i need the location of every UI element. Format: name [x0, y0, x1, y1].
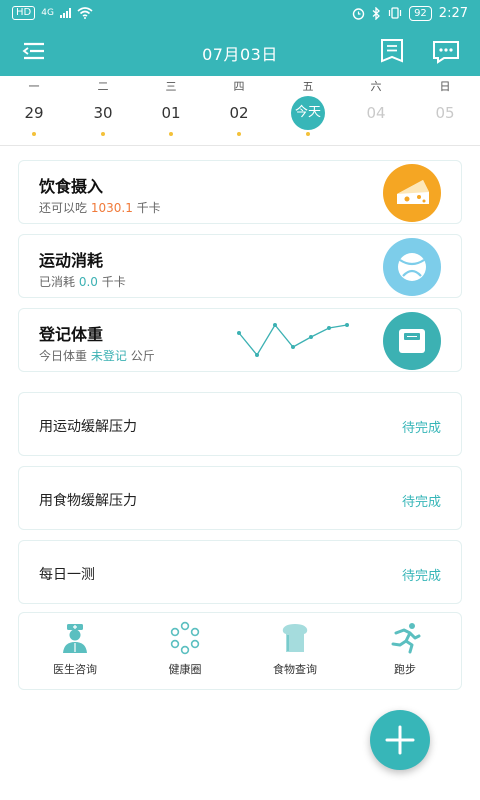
status-bar: HD 4G 92 2:27 — [0, 0, 480, 26]
record-dot — [32, 132, 36, 136]
task-status: 待完成 — [401, 495, 441, 510]
exercise-title: 运动消耗 — [39, 251, 104, 270]
date-cell-today[interactable]: 今天 — [286, 92, 330, 142]
date-row: 29 30 01 02 今天 04 05 — [0, 92, 480, 142]
date-number: 01 — [161, 104, 181, 122]
circle-dots-icon — [170, 621, 200, 655]
task-item[interactable]: 每日一测 待完成 — [18, 540, 462, 604]
shortcut-label: 食物查询 — [273, 663, 317, 676]
bluetooth-icon — [372, 6, 381, 20]
vibrate-icon — [388, 7, 402, 19]
bread-icon — [282, 624, 308, 652]
date-cell[interactable]: 30 — [81, 92, 125, 142]
date-number: 02 — [229, 104, 249, 122]
shortcut-running[interactable]: 跑步 — [355, 621, 455, 685]
exercise-summary: 已消耗 0.0 千卡 — [39, 273, 126, 290]
diet-summary: 还可以吃 1030.1 千卡 — [39, 199, 161, 216]
shortcut-health-circle[interactable]: 健康圈 — [135, 621, 235, 685]
task-item[interactable]: 用食物缓解压力 待完成 — [18, 466, 462, 530]
exercise-value: 0.0 — [78, 275, 98, 289]
weight-trend-decoration — [237, 323, 349, 357]
task-label: 用食物缓解压力 — [39, 493, 137, 509]
exercise-card[interactable]: 运动消耗 已消耗 0.0 千卡 — [18, 234, 462, 298]
scale-icon — [383, 312, 441, 370]
diet-prefix: 还可以吃 — [39, 201, 88, 215]
weight-card[interactable]: 登记体重 今日体重 未登记 公斤 — [18, 308, 462, 372]
record-dot — [169, 132, 173, 136]
date-cell[interactable]: 29 — [12, 92, 56, 142]
date-cell[interactable]: 04 — [354, 92, 398, 142]
alarm-icon — [352, 7, 365, 20]
diet-unit: 千卡 — [136, 201, 161, 215]
doctor-icon — [63, 624, 87, 653]
add-button[interactable] — [370, 710, 430, 770]
ball-icon — [383, 238, 441, 296]
today-badge: 今天 — [291, 96, 325, 130]
weight-summary: 今日体重 未登记 公斤 — [39, 347, 155, 364]
diet-title: 饮食摄入 — [39, 177, 104, 196]
weight-title: 登记体重 — [39, 325, 104, 344]
weight-unit: 公斤 — [130, 349, 155, 363]
app-header: HD 4G 92 2:27 07月03日 — [0, 0, 480, 76]
task-item[interactable]: 用运动缓解压力 待完成 — [18, 392, 462, 456]
task-status: 待完成 — [401, 569, 441, 584]
exercise-prefix: 已消耗 — [39, 275, 76, 289]
wifi-icon — [77, 7, 93, 19]
weight-prefix: 今日体重 — [39, 349, 88, 363]
record-dot — [237, 132, 241, 136]
record-dot — [306, 132, 310, 136]
status-time: 2:27 — [438, 5, 468, 21]
exercise-unit: 千卡 — [101, 275, 126, 289]
message-icon[interactable] — [432, 40, 460, 64]
task-label: 每日一测 — [39, 567, 95, 583]
task-status: 待完成 — [401, 421, 441, 436]
signal-icon — [59, 8, 71, 18]
runner-icon — [391, 623, 421, 654]
shortcut-food-query[interactable]: 食物查询 — [245, 621, 345, 685]
diet-card[interactable]: 饮食摄入 还可以吃 1030.1 千卡 — [18, 160, 462, 224]
task-label: 用运动缓解压力 — [39, 419, 137, 435]
page-title: 07月03日 — [202, 45, 278, 64]
week-calendar: 一 二 三 四 五 六 日 29 30 01 02 今天 04 05 — [0, 76, 480, 146]
date-number: 29 — [24, 104, 44, 122]
weight-value: 未登记 — [90, 349, 127, 363]
shortcut-doctor[interactable]: 医生咨询 — [25, 621, 125, 685]
date-cell[interactable]: 05 — [423, 92, 467, 142]
shortcut-label: 健康圈 — [168, 663, 202, 676]
network-label: 4G — [41, 8, 54, 18]
diet-value: 1030.1 — [90, 201, 133, 215]
book-icon[interactable] — [380, 38, 404, 64]
date-cell[interactable]: 01 — [149, 92, 193, 142]
shortcut-label: 医生咨询 — [53, 663, 97, 676]
date-cell[interactable]: 02 — [217, 92, 261, 142]
cheese-icon — [383, 164, 441, 222]
shortcut-bar: 医生咨询 健康圈 食物查询 跑步 — [18, 612, 462, 690]
date-number: 04 — [366, 104, 386, 122]
hd-badge: HD — [12, 6, 36, 20]
plus-icon — [385, 725, 415, 755]
nav-bar: 07月03日 — [0, 26, 480, 76]
date-number: 30 — [93, 104, 113, 122]
battery-icon: 92 — [409, 5, 432, 21]
weekday-row: 一 二 三 四 五 六 日 — [0, 76, 480, 93]
shortcut-label: 跑步 — [394, 663, 416, 676]
record-dot — [101, 132, 105, 136]
menu-icon[interactable] — [22, 41, 46, 61]
date-number: 05 — [435, 104, 455, 122]
